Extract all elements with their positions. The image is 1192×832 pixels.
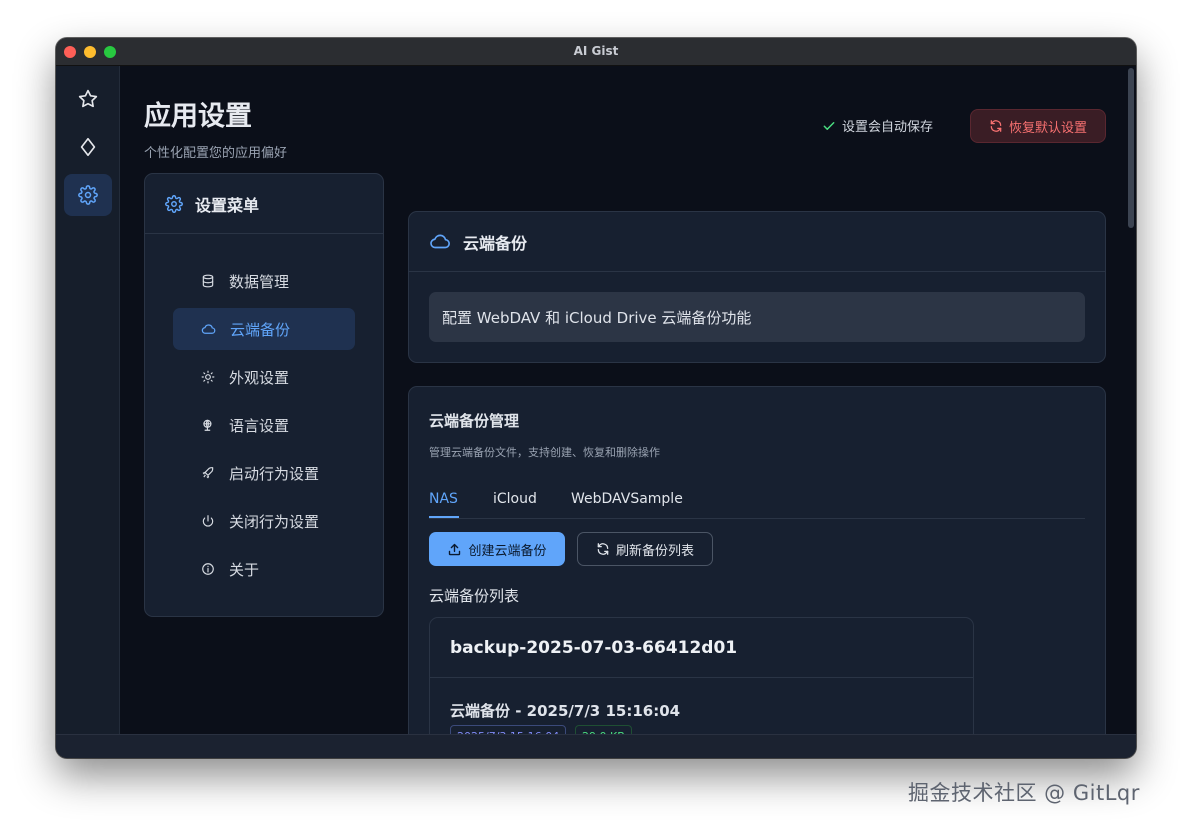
refresh-icon xyxy=(597,543,609,555)
check-icon xyxy=(823,121,835,130)
menu-item-label: 数据管理 xyxy=(229,272,290,291)
power-icon xyxy=(202,515,214,527)
backup-management-subtitle: 管理云端备份文件，支持创建、恢复和删除操作 xyxy=(429,446,660,459)
main-content: 应用设置 个性化配置您的应用偏好 设置会自动保存 恢复默认设置 设置菜单 数据管… xyxy=(120,66,1136,734)
info-icon xyxy=(202,563,214,575)
refresh-icon xyxy=(990,120,1002,132)
cloud-backup-title: 云端备份 xyxy=(463,233,528,253)
settings-menu-title: 设置菜单 xyxy=(195,195,260,215)
menu-item-appearance[interactable]: 外观设置 xyxy=(173,356,355,398)
create-backup-label: 创建云端备份 xyxy=(468,543,547,559)
backup-list-title: 云端备份列表 xyxy=(429,587,520,605)
menu-item-cloud-backup[interactable]: 云端备份 xyxy=(173,308,355,350)
menu-item-label: 语言设置 xyxy=(229,416,290,435)
menu-item-about[interactable]: 关于 xyxy=(173,548,355,590)
reset-defaults-button[interactable]: 恢复默认设置 xyxy=(970,109,1106,143)
tab-icloud[interactable]: iCloud xyxy=(493,491,537,507)
sun-icon xyxy=(201,370,215,384)
upload-icon xyxy=(449,543,461,555)
backup-item-detail: 云端备份 - 2025/7/3 15:16:04 xyxy=(450,702,681,720)
menu-item-label: 启动行为设置 xyxy=(229,464,320,483)
menu-item-language[interactable]: 语言设置 xyxy=(173,404,355,446)
menu-item-startup-behavior[interactable]: 启动行为设置 xyxy=(173,452,355,494)
backup-item-name: backup-2025-07-03-66412d01 xyxy=(430,618,973,678)
rail-item-favorites[interactable] xyxy=(64,78,112,120)
menu-item-label: 云端备份 xyxy=(230,320,291,339)
cloud-backup-header: 云端备份 xyxy=(409,212,1105,272)
window-title: AI Gist xyxy=(573,44,619,58)
backup-provider-tabs: NAS iCloud WebDAVSample xyxy=(429,481,1085,519)
watermark: 掘金技术社区 @ GitLqr xyxy=(908,781,1140,805)
gear-icon xyxy=(78,185,98,205)
globe-icon xyxy=(203,419,212,431)
menu-item-label: 外观设置 xyxy=(229,368,290,387)
main-scrollbar[interactable] xyxy=(1128,68,1134,228)
star-icon xyxy=(78,89,98,108)
title-bar: AI Gist xyxy=(56,38,1136,66)
page-title: 应用设置 xyxy=(144,101,252,132)
menu-item-data-management[interactable]: 数据管理 xyxy=(173,260,355,302)
cloud-icon xyxy=(430,234,450,248)
cloud-icon xyxy=(201,323,216,334)
diamond-icon xyxy=(80,137,96,157)
autosave-status: 设置会自动保存 xyxy=(822,116,933,135)
rail-item-settings[interactable] xyxy=(64,174,112,216)
tab-nas[interactable]: NAS xyxy=(429,491,458,507)
app-window: AI Gist 应用设置 个性化配置您的应用偏好 设置会自动保存 恢复默认设置 xyxy=(56,38,1136,758)
rocket-icon xyxy=(202,467,214,479)
settings-menu-list: 数据管理 云端备份 外观设置 语言设置 启动行为设置 关闭行为设置 关于 xyxy=(173,260,355,596)
cloud-backup-card: 云端备份 配置 WebDAV 和 iCloud Drive 云端备份功能 xyxy=(408,211,1106,363)
database-icon xyxy=(202,274,214,288)
menu-item-label: 关于 xyxy=(229,560,260,579)
refresh-backup-list-label: 刷新备份列表 xyxy=(615,543,694,559)
gear-icon xyxy=(165,194,183,213)
rail-item-diamond[interactable] xyxy=(64,126,112,168)
menu-item-close-behavior[interactable]: 关闭行为设置 xyxy=(173,500,355,542)
sidebar-rail xyxy=(56,66,120,734)
backup-size-badge: 29.0 KB xyxy=(575,725,632,734)
settings-menu-header: 设置菜单 xyxy=(145,174,383,234)
backup-management-title: 云端备份管理 xyxy=(429,412,520,430)
tab-webdavsample[interactable]: WebDAVSample xyxy=(571,491,683,507)
active-tab-indicator xyxy=(429,516,459,518)
backup-date-badge: 2025/7/3 15:16:04 xyxy=(450,725,567,734)
backup-item[interactable]: backup-2025-07-03-66412d01 云端备份 - 2025/7… xyxy=(429,617,974,734)
autosave-text: 设置会自动保存 xyxy=(842,120,934,135)
reset-defaults-label: 恢复默认设置 xyxy=(1008,120,1087,136)
window-footer xyxy=(56,734,1136,758)
create-backup-button[interactable]: 创建云端备份 xyxy=(429,532,565,566)
menu-item-label: 关闭行为设置 xyxy=(229,512,320,531)
refresh-backup-list-button[interactable]: 刷新备份列表 xyxy=(577,532,713,566)
page-subtitle: 个性化配置您的应用偏好 xyxy=(144,146,288,161)
settings-menu-card: 设置菜单 数据管理 云端备份 外观设置 语言设置 启动行为设置 关闭行为设置 关… xyxy=(144,173,384,617)
backup-management-card: 云端备份管理 管理云端备份文件，支持创建、恢复和删除操作 NAS iCloud … xyxy=(408,386,1106,734)
cloud-backup-description: 配置 WebDAV 和 iCloud Drive 云端备份功能 xyxy=(429,292,1085,342)
